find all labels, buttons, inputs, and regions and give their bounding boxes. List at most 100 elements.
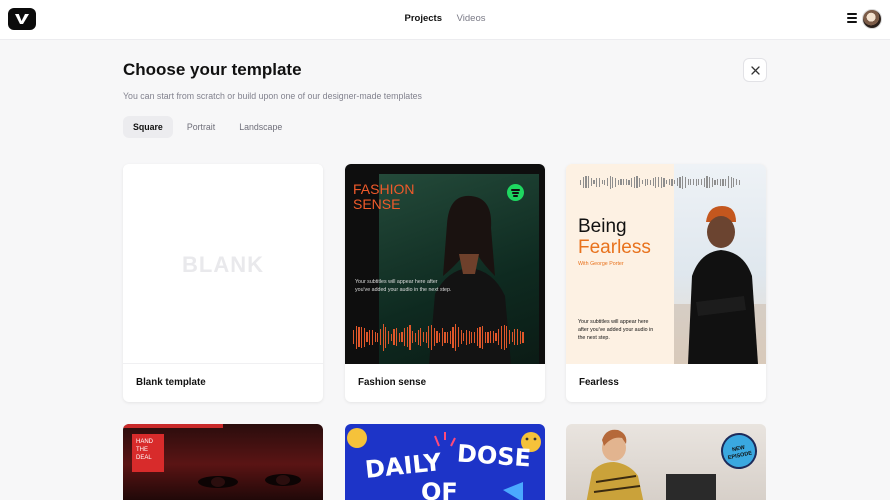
thumb-title-dose: DOSE bbox=[456, 439, 532, 473]
waveform-bar bbox=[460, 330, 462, 344]
waveform-bar bbox=[436, 331, 438, 343]
waveform-bar bbox=[369, 329, 371, 345]
nav-projects[interactable]: Projects bbox=[404, 13, 442, 24]
waveform-bar bbox=[404, 328, 406, 346]
nav-videos[interactable]: Videos bbox=[457, 13, 486, 24]
waveform-bar bbox=[682, 175, 684, 189]
photo-backdrop bbox=[674, 164, 766, 364]
tab-square[interactable]: Square bbox=[123, 116, 173, 138]
thumb-title-line-1: Being bbox=[578, 216, 627, 237]
template-card-new-episode[interactable]: NEW EPISODE bbox=[566, 424, 766, 500]
waveform-bar bbox=[422, 332, 425, 342]
waveform-bar bbox=[449, 330, 451, 344]
waveform-bar bbox=[711, 177, 713, 187]
waveform-bar bbox=[631, 177, 633, 187]
waveform-bar bbox=[625, 179, 627, 185]
waveform-bar bbox=[684, 176, 686, 188]
thumb-title-of: OF bbox=[421, 478, 458, 500]
waveform-bar bbox=[727, 176, 729, 188]
waveform-bar bbox=[703, 177, 705, 187]
waveform-bar bbox=[444, 331, 446, 343]
waveform-bar bbox=[596, 177, 598, 187]
thumb-title: FASHION SENSE bbox=[353, 181, 415, 212]
template-card-fearless[interactable]: Being Fearless With George Porter Your s… bbox=[566, 164, 766, 402]
waveform-bar bbox=[498, 329, 500, 345]
template-name: Blank template bbox=[136, 377, 206, 388]
waveform-bar bbox=[730, 176, 732, 188]
thumb-title-line-2: Fearless bbox=[578, 237, 651, 258]
waveform-bar bbox=[706, 176, 708, 188]
waveform-bar bbox=[590, 178, 592, 186]
waveform-bar bbox=[506, 326, 508, 348]
waveform-bar bbox=[522, 331, 524, 343]
template-name: Fashion sense bbox=[358, 377, 427, 388]
waveform-bar bbox=[363, 327, 365, 347]
person-photo bbox=[674, 206, 766, 364]
waveform-bar bbox=[503, 324, 505, 350]
waveform-bar bbox=[452, 326, 454, 348]
avatar[interactable] bbox=[862, 9, 882, 29]
waveform-bar bbox=[652, 178, 654, 186]
waveform-bar bbox=[633, 176, 635, 188]
waveform-bar bbox=[601, 180, 603, 184]
waveform-bar bbox=[447, 331, 449, 343]
waveform-bar bbox=[657, 177, 660, 187]
hamburger-menu-icon[interactable] bbox=[847, 13, 857, 25]
waveform-bar bbox=[484, 331, 486, 343]
waveform-bar bbox=[695, 178, 697, 186]
waveform-bar bbox=[676, 178, 678, 186]
tab-portrait[interactable]: Portrait bbox=[177, 116, 225, 138]
waveform-bar bbox=[660, 176, 662, 188]
waveform-bar bbox=[479, 326, 481, 348]
waveform-bar bbox=[641, 180, 643, 184]
waveform-bar bbox=[700, 179, 703, 185]
waveform-bar bbox=[409, 324, 411, 350]
waveform-bar bbox=[722, 178, 724, 186]
template-thumbnail: FASHION SENSE Your subtitles will appear… bbox=[345, 164, 545, 364]
waveform-bar bbox=[420, 328, 422, 346]
waveform-bar bbox=[671, 178, 673, 186]
template-card-blank[interactable]: BLANK Blank template bbox=[123, 164, 323, 402]
waveform-bar bbox=[623, 179, 625, 185]
template-thumbnail: Being Fearless With George Porter Your s… bbox=[566, 164, 766, 364]
waveform-bar bbox=[412, 331, 414, 343]
waveform-bar bbox=[647, 179, 649, 185]
waveform-bar bbox=[387, 330, 390, 344]
close-button[interactable] bbox=[743, 58, 767, 82]
tab-landscape[interactable]: Landscape bbox=[229, 116, 292, 138]
waveform-bar bbox=[588, 176, 590, 188]
waveform-bar bbox=[482, 325, 484, 349]
template-name: Fearless bbox=[579, 377, 619, 388]
waveform-bar bbox=[733, 177, 735, 187]
waveform-bar bbox=[490, 331, 492, 343]
waveform-bar bbox=[580, 179, 582, 185]
waveform-bar bbox=[358, 327, 360, 347]
waveform-bar bbox=[430, 324, 433, 350]
waveform-bar bbox=[361, 326, 363, 348]
waveform-bar bbox=[644, 178, 646, 186]
waveform-bar bbox=[414, 332, 416, 342]
waveform-bar bbox=[593, 180, 595, 184]
spotify-icon bbox=[507, 184, 524, 201]
waveform-bar bbox=[371, 329, 373, 345]
waveform-bar bbox=[406, 327, 408, 347]
waveform-bar bbox=[717, 179, 719, 185]
top-bar: Projects Videos bbox=[0, 0, 890, 40]
waveform-bar bbox=[495, 333, 497, 341]
template-card-hand-the-deal[interactable]: HAND THE DEAL bbox=[123, 424, 323, 500]
waveform-bar bbox=[674, 180, 676, 184]
waveform-bar bbox=[425, 331, 427, 343]
page-title: Choose your template bbox=[123, 60, 302, 79]
template-card-daily-dose[interactable]: DAILY DOSE OF bbox=[345, 424, 545, 500]
waveform-bar bbox=[620, 179, 622, 185]
waveform-bar bbox=[690, 179, 692, 185]
waveform-bar bbox=[612, 176, 614, 188]
template-card-fashion-sense[interactable]: FASHION SENSE Your subtitles will appear… bbox=[345, 164, 545, 402]
page-subtitle: You can start from scratch or build upon… bbox=[123, 91, 422, 101]
waveform-bar bbox=[719, 178, 721, 186]
waveform-bar bbox=[355, 325, 357, 349]
waveform-bar bbox=[374, 332, 376, 342]
waveform-bar bbox=[687, 179, 689, 185]
thumb-byline: With George Porter bbox=[578, 261, 624, 267]
waveform-bar bbox=[668, 179, 670, 185]
